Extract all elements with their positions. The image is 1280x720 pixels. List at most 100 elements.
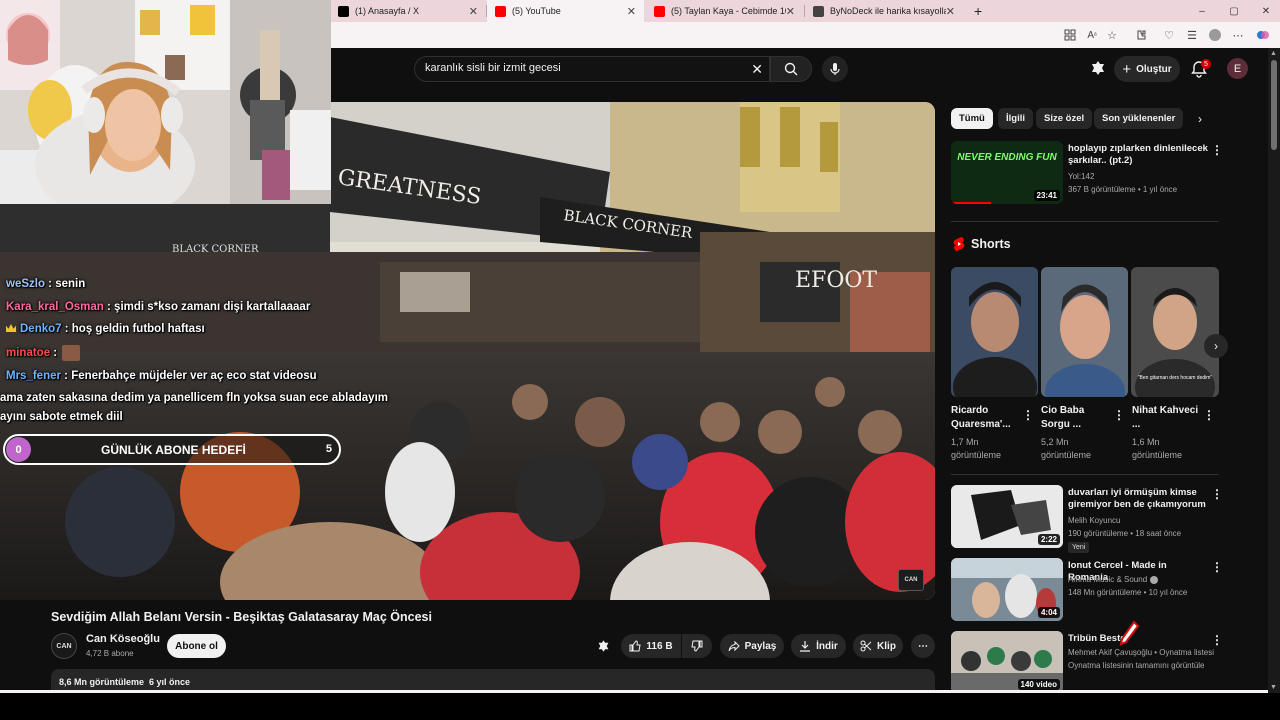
clip-button[interactable]: Klip xyxy=(853,634,903,658)
page-scrollbar[interactable]: ▲ ▼ xyxy=(1268,48,1280,693)
chip-all[interactable]: Tümü xyxy=(951,108,993,129)
channel-name[interactable]: Can Köseoğlu xyxy=(86,633,160,645)
close-icon[interactable]: ✕ xyxy=(946,5,955,18)
video-title[interactable]: hoplayıp zıplarken dinlenilecek şarkılar… xyxy=(1068,143,1208,167)
video-thumbnail[interactable]: 4:04 xyxy=(951,558,1063,621)
playlist-meta[interactable]: Oynatma listesinin tamamını görüntüle xyxy=(1068,661,1205,670)
hype-icon[interactable] xyxy=(597,634,615,658)
subscribe-button[interactable]: Abone ol xyxy=(167,634,226,658)
video-thumbnail[interactable]: NEVER ENDING FUN 23:41 xyxy=(951,141,1063,204)
scroll-up-icon[interactable]: ▲ xyxy=(1270,50,1277,57)
browser-tab-x[interactable]: (1) Anasayfa / X ✕ xyxy=(330,0,486,22)
tab-title: (1) Anasayfa / X xyxy=(355,6,420,16)
dislike-button[interactable] xyxy=(682,634,712,658)
sign-text: EFOOT xyxy=(795,268,877,293)
chat-text: Fenerbahçe müjdeler ver aç eco stat vide… xyxy=(71,370,317,382)
playlist-thumbnail[interactable]: 140 video xyxy=(951,631,1063,693)
settings-more-icon[interactable]: ⋯ xyxy=(1231,28,1245,42)
short-thumbnail[interactable] xyxy=(951,267,1038,397)
browser-tab-taylan[interactable]: (5) Taylan Kaya - Cebimde 10 Lira ✕ xyxy=(646,0,803,22)
video-channel[interactable]: Amma Music & Sound xyxy=(1068,575,1159,584)
chat-text: hoş geldin futbol haftası xyxy=(71,323,205,335)
more-vert-icon[interactable]: ⋮ xyxy=(1022,408,1034,422)
new-tab-button[interactable]: + xyxy=(966,0,986,22)
x-logo-icon xyxy=(338,5,349,17)
video-title[interactable]: duvarları iyi örmüşüm kimse giremiyor be… xyxy=(1068,487,1208,511)
chat-text: ama zaten sakasına dedim ya panellicem f… xyxy=(0,392,388,404)
chip-for-you[interactable]: Size özel xyxy=(1036,108,1093,129)
scroll-down-icon[interactable]: ▼ xyxy=(1270,684,1277,691)
app-available-icon[interactable] xyxy=(1063,28,1077,42)
video-duration: 4:04 xyxy=(1037,607,1060,618)
new-badge: Yeni xyxy=(1068,542,1090,553)
thumbs-down-icon xyxy=(691,640,703,652)
search-button[interactable] xyxy=(770,56,812,82)
extensions-icon[interactable] xyxy=(1134,28,1148,42)
taskbar-area xyxy=(0,693,1280,720)
close-icon[interactable]: ✕ xyxy=(469,5,478,18)
more-vert-icon[interactable]: ⋮ xyxy=(1211,633,1223,647)
favorite-star-icon[interactable]: ☆ xyxy=(1105,28,1119,42)
more-actions-button[interactable]: ⋯ xyxy=(911,634,935,658)
browser-tab-youtube[interactable]: (5) YouTube ✕ xyxy=(487,0,644,22)
video-channel[interactable]: Melih Koyuncu xyxy=(1068,516,1120,525)
plus-icon: + xyxy=(1122,60,1132,78)
section-divider xyxy=(951,221,1219,222)
copilot-icon[interactable] xyxy=(1256,28,1270,42)
search-input[interactable]: karanlık sisli bir izmit gecesi xyxy=(425,62,561,74)
chat-message: Denko7 : hoş geldin futbol haftası xyxy=(6,323,205,335)
clip-label: Klip xyxy=(877,640,896,652)
close-icon[interactable]: ✕ xyxy=(786,5,795,18)
more-vert-icon[interactable]: ⋮ xyxy=(1211,560,1223,574)
close-window-button[interactable]: ✕ xyxy=(1246,0,1280,22)
account-avatar[interactable]: E xyxy=(1227,58,1248,79)
browser-essentials-icon[interactable]: ♡ xyxy=(1162,28,1176,42)
search-box[interactable]: karanlık sisli bir izmit gecesi ✕ xyxy=(414,56,770,82)
video-thumbnail[interactable]: 2:22 xyxy=(951,485,1063,548)
youtube-studio-icon[interactable] xyxy=(1090,60,1106,76)
tab-title: (5) Taylan Kaya - Cebimde 10 Lira xyxy=(671,6,786,16)
shorts-next-button[interactable]: › xyxy=(1204,334,1228,358)
channel-avatar[interactable]: CAN xyxy=(51,633,77,659)
video-duration: 2:22 xyxy=(1037,534,1060,545)
short-title[interactable]: Nihat Kahveci ... xyxy=(1132,404,1202,432)
more-vert-icon[interactable]: ⋮ xyxy=(1203,408,1215,422)
create-label: Oluştur xyxy=(1136,63,1172,75)
more-vert-icon[interactable]: ⋮ xyxy=(1211,143,1223,157)
short-image xyxy=(951,267,1038,397)
short-thumbnail[interactable]: "Ben gitarnan ders hocam dedim" xyxy=(1131,267,1219,397)
crown-icon xyxy=(6,324,16,332)
chat-text: senin xyxy=(55,278,86,290)
playlist-channel[interactable]: Mehmet Akif Çavuşoğlu • Oynatma listesi xyxy=(1068,648,1214,657)
short-title[interactable]: Ricardo Quaresma'... xyxy=(951,404,1021,432)
section-divider xyxy=(951,474,1219,475)
more-vert-icon[interactable]: ⋮ xyxy=(1211,487,1223,501)
microphone-icon xyxy=(830,63,840,75)
share-button[interactable]: Paylaş xyxy=(720,634,784,658)
chip-recent[interactable]: Son yüklenenler xyxy=(1094,108,1184,129)
chat-text: ayını sabote etmek diil xyxy=(0,411,123,423)
voice-search-button[interactable] xyxy=(822,56,848,82)
short-thumbnail[interactable] xyxy=(1041,267,1128,397)
profile-icon[interactable] xyxy=(1208,28,1222,42)
download-button[interactable]: İndir xyxy=(791,634,846,658)
short-title[interactable]: Cio Baba Sorgu ... xyxy=(1041,404,1111,432)
video-channel[interactable]: Yol:142 xyxy=(1068,172,1094,181)
scrollbar-thumb[interactable] xyxy=(1271,60,1277,150)
chevron-right-icon[interactable]: › xyxy=(1198,112,1202,126)
subscriber-goal-bar: 0 GÜNLÜK ABONE HEDEFİ 5 xyxy=(3,434,341,465)
clear-search-icon[interactable]: ✕ xyxy=(751,61,763,78)
channel-watermark[interactable]: CAN xyxy=(898,569,924,591)
youtube-icon xyxy=(495,5,506,17)
video-meta: 367 B görüntüleme • 1 yıl önce xyxy=(1068,185,1178,194)
close-icon[interactable]: ✕ xyxy=(627,5,636,18)
create-button[interactable]: + Oluştur xyxy=(1114,56,1180,82)
chip-related[interactable]: İlgili xyxy=(998,108,1033,129)
like-button[interactable]: 116 B xyxy=(621,634,681,658)
browser-tab-bynodeck[interactable]: ByNoDeck ile harika kısayollar ya ✕ xyxy=(805,0,963,22)
more-vert-icon[interactable]: ⋮ xyxy=(1113,408,1125,422)
favorites-list-icon[interactable]: ☰ xyxy=(1185,28,1199,42)
read-aloud-icon[interactable]: Aᵃ xyxy=(1085,28,1099,42)
pen-cursor-icon xyxy=(1118,620,1140,651)
chat-username: Denko7 xyxy=(20,323,62,335)
